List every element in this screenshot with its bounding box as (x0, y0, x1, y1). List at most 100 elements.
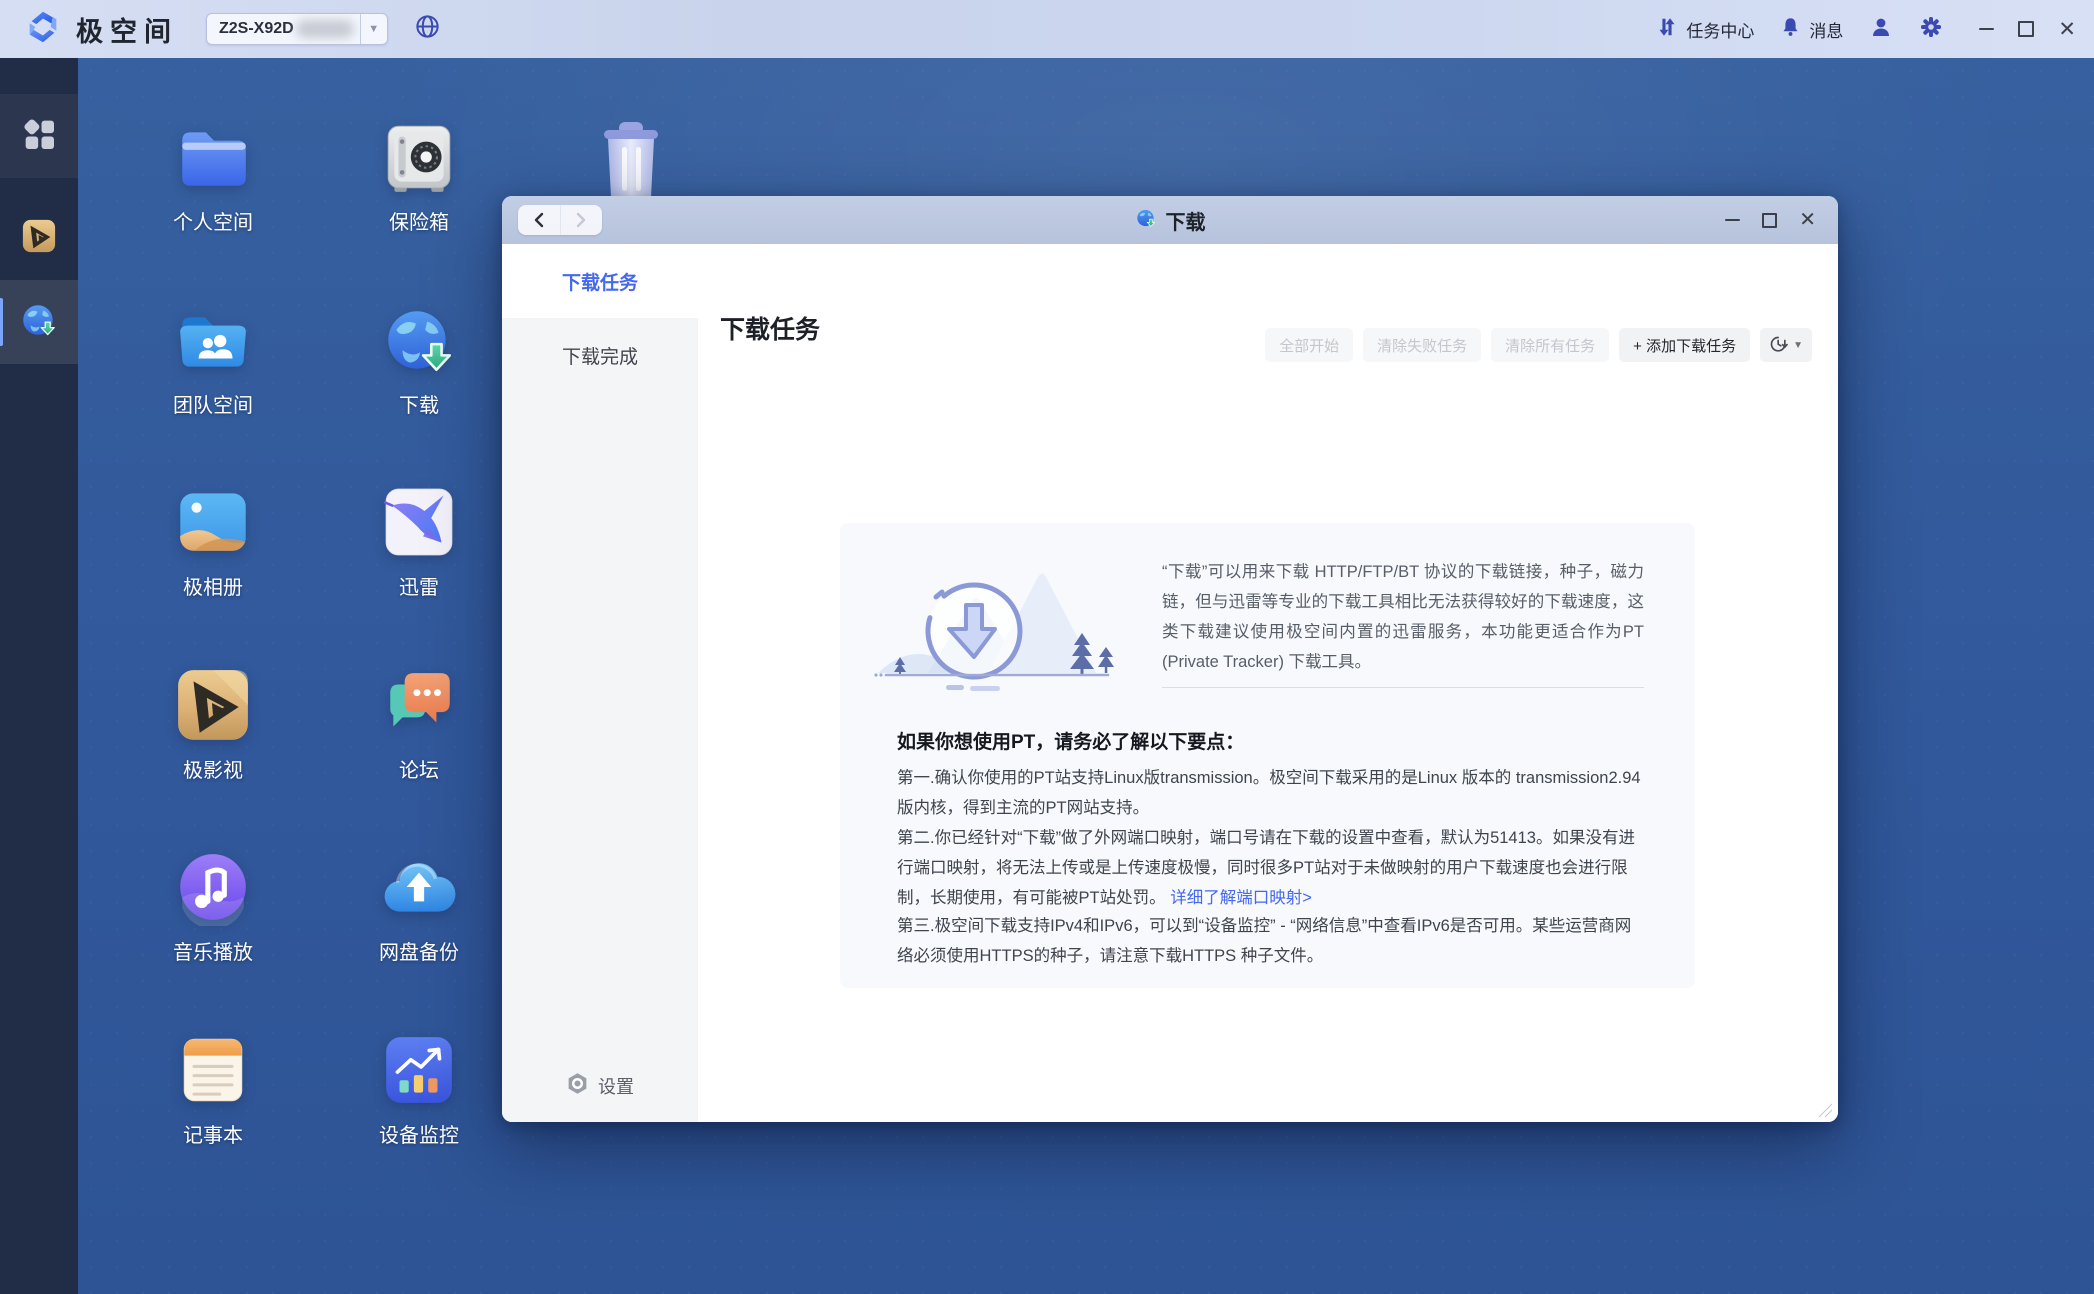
music-player-icon (174, 848, 252, 926)
desktop-icon-label: 极影视 (183, 754, 243, 783)
minimize-button[interactable] (1979, 28, 1994, 31)
maximize-button[interactable] (2018, 21, 2034, 37)
desktop-icon-device-monitor[interactable]: 设备监控 (344, 1031, 494, 1191)
desktop-icon-label: 下载 (399, 389, 439, 418)
clear-failed-button[interactable]: 清除失败任务 (1363, 328, 1481, 362)
pt-point-3: 第三.极空间下载支持IPv4和IPv6，可以到“设备监控” - “网络信息”中查… (897, 911, 1645, 971)
window-minimize-button[interactable] (1725, 219, 1740, 222)
desktop-icon-team-space[interactable]: 团队空间 (138, 301, 288, 461)
device-monitor-icon (380, 1031, 458, 1109)
desktop-icon-download[interactable]: 下载 (344, 301, 494, 461)
sort-caret-icon: ▼ (1793, 340, 1803, 351)
sidebar-item-app-grid[interactable] (0, 94, 78, 178)
cloud-backup-icon (380, 848, 458, 926)
window-main-area: 下载任务 全部开始 清除失败任务 清除所有任务 + 添加下载任务 ▼ (698, 244, 1838, 1122)
desktop-icon-notepad[interactable]: 记事本 (138, 1031, 288, 1191)
desktop-icon-zspace-video[interactable]: 极影视 (138, 666, 288, 826)
download-illustration (870, 545, 1132, 720)
forum-chat-icon (380, 666, 458, 744)
window-controls: ✕ (1725, 196, 1816, 244)
sort-order-button[interactable]: ▼ (1760, 328, 1812, 362)
bell-icon (1780, 16, 1801, 42)
app-window-controls: ✕ (1979, 19, 2076, 40)
task-center-icon (1656, 16, 1678, 43)
nav-item-download-completed[interactable]: 下载完成 (502, 318, 698, 392)
add-download-task-button[interactable]: + 添加下载任务 (1619, 328, 1750, 362)
download-globe-icon (380, 301, 458, 379)
dock-sidebar (0, 58, 78, 1294)
desktop-icon-forum[interactable]: 论坛 (344, 666, 494, 826)
trash-icon[interactable] (598, 120, 664, 205)
safe-box-icon (380, 118, 458, 196)
task-center-button[interactable]: 任务中心 (1656, 16, 1754, 43)
app-grid-icon (19, 114, 59, 159)
settings-gear-icon (566, 1072, 589, 1100)
zspace-logo-icon (24, 8, 62, 51)
desktop-icon-label: 记事本 (183, 1119, 243, 1148)
redacted-device-suffix (296, 20, 354, 38)
clear-all-button[interactable]: 清除所有任务 (1491, 328, 1609, 362)
divider (1162, 687, 1644, 688)
settings-label: 设置 (598, 1073, 634, 1099)
desktop-icon-label: 团队空间 (173, 389, 253, 418)
desktop-icon-label: 音乐播放 (173, 936, 253, 965)
nav-item-download-tasks[interactable]: 下载任务 (502, 244, 698, 318)
device-name: Z2S-X92D (219, 20, 294, 38)
download-intro-text: “下载”可以用来下载 HTTP/FTP/BT 协议的下载链接，种子，磁力链，但与… (1162, 557, 1644, 677)
window-resize-handle[interactable] (1818, 1103, 1832, 1117)
top-bar: 极空间 Z2S-X92D ▼ 任务中心 (0, 0, 2094, 58)
tasks-toolbar: 全部开始 清除失败任务 清除所有任务 + 添加下载任务 ▼ (1265, 328, 1812, 362)
settings-button[interactable] (1919, 15, 1943, 44)
desktop-icon-photo-album[interactable]: 极相册 (138, 483, 288, 643)
desktop-icon-label: 迅雷 (399, 571, 439, 600)
thunder-bird-icon (380, 483, 458, 561)
zspace-video-icon (174, 666, 252, 744)
gear-icon (1919, 15, 1943, 44)
desktop-icon-personal-space[interactable]: 个人空间 (138, 118, 288, 278)
window-title-text: 下载 (1166, 206, 1206, 235)
brand-title: 极空间 (76, 10, 178, 49)
close-button[interactable]: ✕ (2058, 19, 2076, 40)
download-globe-mini-icon (19, 300, 59, 345)
messages-label: 消息 (1809, 17, 1843, 42)
device-caret-icon[interactable]: ▼ (360, 14, 387, 44)
window-close-button[interactable]: ✕ (1799, 210, 1816, 230)
desktop-icon-label: 论坛 (399, 754, 439, 783)
window-title-bar[interactable]: 下载 ✕ (502, 196, 1838, 245)
zspace-video-mini-icon (21, 218, 57, 259)
pt-points-title: 如果你想使用PT，请务必了解以下要点： (897, 727, 1244, 754)
network-globe-icon[interactable] (414, 13, 441, 45)
user-account-button[interactable] (1869, 15, 1893, 44)
zspace-desktop-app: 极空间 Z2S-X92D ▼ 任务中心 (0, 0, 2094, 1294)
topbar-right-cluster: 任务中心 消息 (1656, 0, 2076, 58)
device-selector[interactable]: Z2S-X92D ▼ (206, 13, 388, 45)
team-space-folder-icon (174, 301, 252, 379)
download-app-window: 下载 ✕ 下载任务 下载完成 设置 (502, 196, 1838, 1122)
personal-space-folder-icon (174, 118, 252, 196)
user-icon (1869, 15, 1893, 44)
desktop-icon-safe-box[interactable]: 保险箱 (344, 118, 494, 278)
desktop-icon-thunder[interactable]: 迅雷 (344, 483, 494, 643)
photo-album-icon (174, 483, 252, 561)
window-nav-sidebar: 下载任务 下载完成 设置 (502, 244, 699, 1122)
start-all-button[interactable]: 全部开始 (1265, 328, 1353, 362)
window-title: 下载 (502, 196, 1838, 244)
desktop-icon-label: 极相册 (183, 571, 243, 600)
port-mapping-link[interactable]: 详细了解端口映射> (1170, 889, 1312, 907)
desktop-icon-music-player[interactable]: 音乐播放 (138, 848, 288, 1008)
desktop-icon-label: 设备监控 (379, 1119, 459, 1148)
sidebar-item-zspace-video[interactable] (0, 196, 78, 280)
desktop-icon-label: 网盘备份 (379, 936, 459, 965)
page-title: 下载任务 (720, 310, 820, 346)
nav-settings-button[interactable]: 设置 (502, 1072, 698, 1100)
desktop-icon-label: 保险箱 (389, 206, 449, 235)
window-maximize-button[interactable] (1762, 213, 1777, 228)
desktop-icon-label: 个人空间 (173, 206, 253, 235)
pt-point-1: 第一.确认你使用的PT站支持Linux版transmission。极空间下载采用… (897, 763, 1645, 823)
desktop-icon-cloud-backup[interactable]: 网盘备份 (344, 848, 494, 1008)
pt-point-2: 第二.你已经针对“下载”做了外网端口映射，端口号请在下载的设置中查看，默认为51… (897, 823, 1645, 913)
sidebar-item-download[interactable] (0, 280, 78, 364)
download-app-title-icon (1135, 207, 1157, 234)
messages-button[interactable]: 消息 (1780, 16, 1843, 42)
task-center-label: 任务中心 (1686, 17, 1754, 42)
